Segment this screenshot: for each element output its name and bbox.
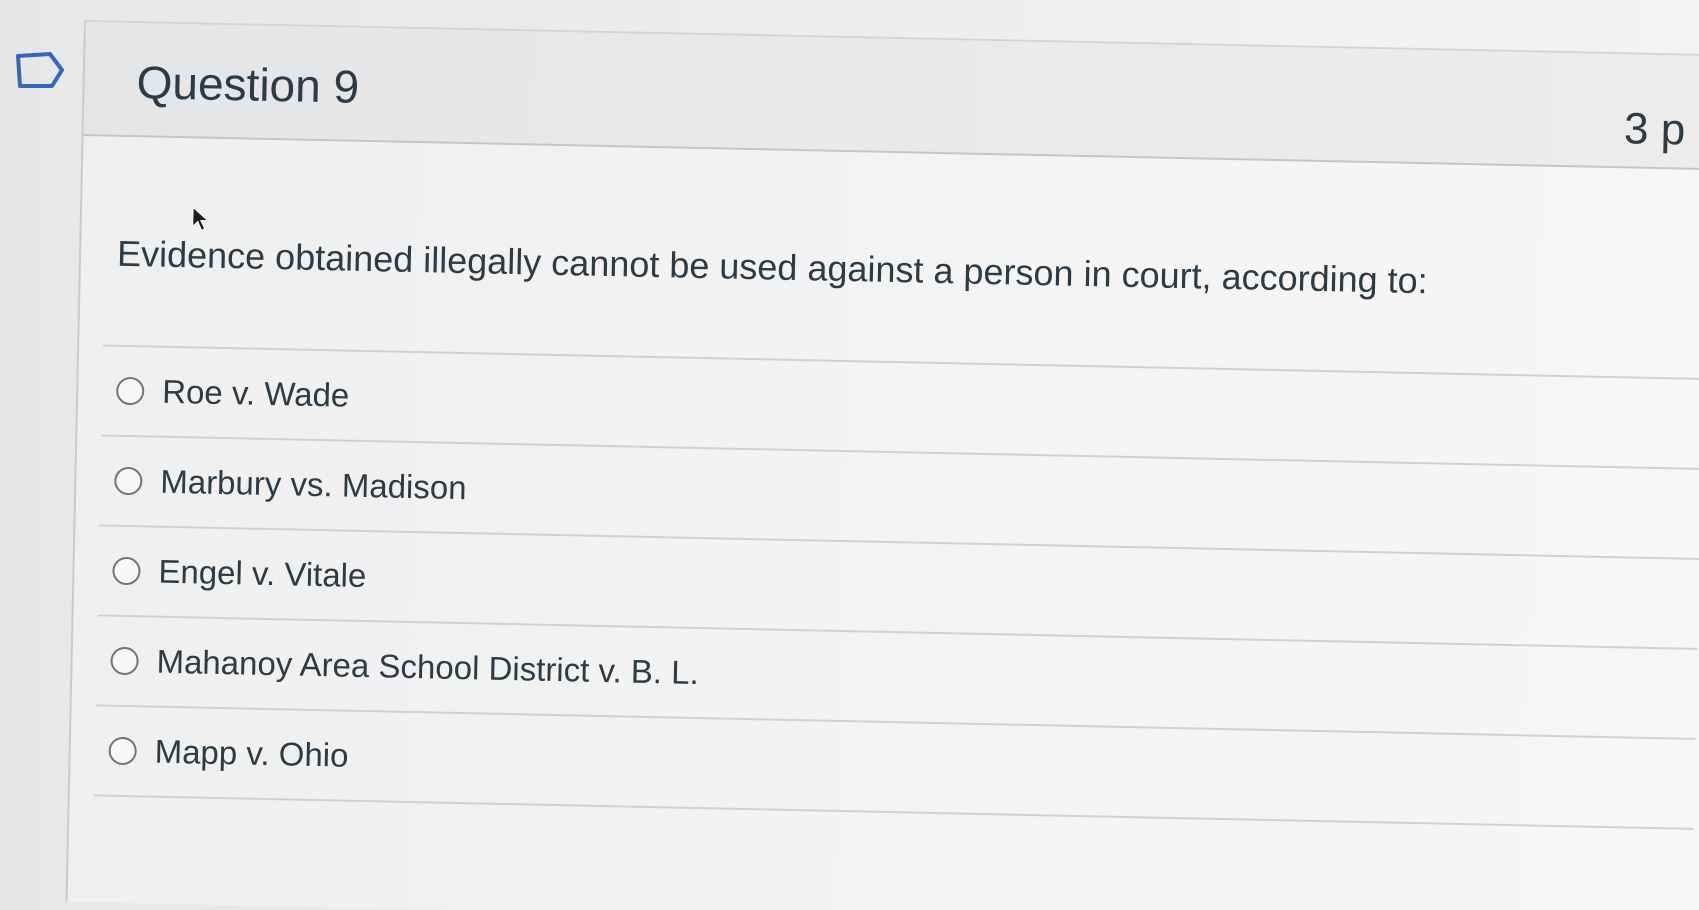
radio-unchecked-icon[interactable] <box>108 736 137 766</box>
radio-unchecked-icon[interactable] <box>112 556 141 586</box>
question-card: Question 9 3 p Evidence obtained illegal… <box>65 20 1699 910</box>
question-title: Question 9 <box>136 56 360 113</box>
answer-label: Mahanoy Area School District v. B. L. <box>156 642 700 692</box>
radio-unchecked-icon[interactable] <box>114 466 143 496</box>
flag-question-icon[interactable] <box>16 50 66 90</box>
question-points: 3 p <box>1623 104 1686 155</box>
mouse-pointer-icon <box>192 206 210 232</box>
radio-unchecked-icon[interactable] <box>115 376 145 406</box>
answer-label: Roe v. Wade <box>161 372 350 414</box>
radio-unchecked-icon[interactable] <box>110 646 139 676</box>
question-header: Question 9 3 p <box>83 22 1699 171</box>
answer-list: Roe v. Wade Marbury vs. Madison Engel v.… <box>93 344 1699 830</box>
answer-label: Mapp v. Ohio <box>154 732 349 774</box>
answer-label: Engel v. Vitale <box>158 552 367 595</box>
answer-label: Marbury vs. Madison <box>159 462 467 507</box>
question-text: Evidence obtained illegally cannot be us… <box>116 232 1429 302</box>
quiz-page: Question 9 3 p Evidence obtained illegal… <box>0 0 1699 910</box>
